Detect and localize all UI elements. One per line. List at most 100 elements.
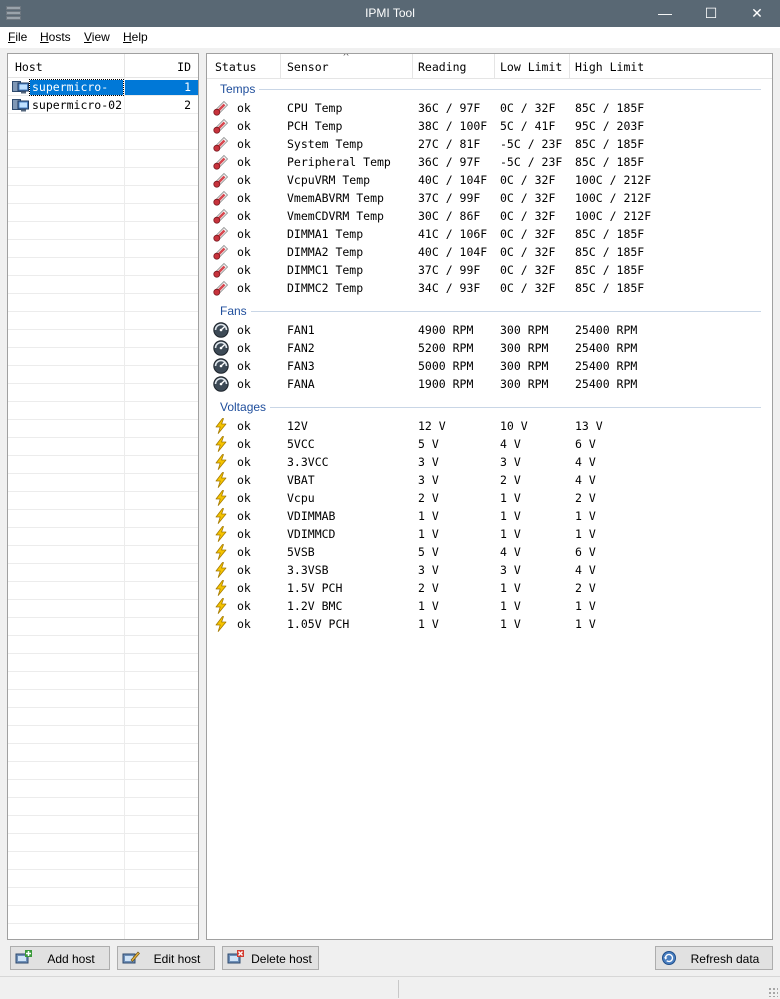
sensor-reading: 2 V [418, 581, 439, 595]
sensor-row[interactable]: ok 3.3VSB 3 V 3 V 4 V [207, 561, 772, 579]
sensor-status: ok [237, 437, 251, 451]
group-separator [270, 407, 761, 408]
edit-host-button[interactable]: Edit host [117, 946, 215, 970]
sensor-name: FAN2 [287, 341, 315, 355]
add-host-button[interactable]: Add host [10, 946, 110, 970]
lightning-icon [213, 616, 229, 632]
sensor-reading: 41C / 106F [418, 227, 488, 241]
sensor-row[interactable]: ok VDIMMAB 1 V 1 V 1 V [207, 507, 772, 525]
delete-host-button[interactable]: Delete host [222, 946, 319, 970]
host-name: supermicro-01 [29, 79, 124, 109]
column-header-host[interactable]: Host [15, 60, 43, 74]
thermometer-icon [213, 244, 229, 260]
sensor-name: VcpuVRM Temp [287, 173, 371, 187]
sensor-reading: 34C / 93F [418, 281, 481, 295]
sensor-name: Vcpu [287, 491, 315, 505]
sensor-status: ok [237, 419, 251, 433]
sensor-row[interactable]: ok VcpuVRM Temp 40C / 104F 0C / 32F 100C / 2… [207, 171, 772, 189]
sensor-row[interactable]: ok Peripheral Temp 36C / 97F -5C / 23F 85C /… [207, 153, 772, 171]
column-header-high-limit[interactable]: High Limit [575, 60, 644, 74]
sensor-high-limit: 95C / 203F [575, 119, 645, 133]
lightning-icon [213, 472, 229, 488]
sensor-row[interactable]: ok FAN1 4900 RPM 300 RPM 25400 RPM [207, 321, 772, 339]
group-title-fans: Fans [220, 304, 247, 318]
sensor-low-limit: 0C / 32F [500, 263, 556, 277]
sensor-list-header: Status ^ Sensor Reading Low Limit High L… [207, 54, 772, 79]
refresh-data-button[interactable]: Refresh data [655, 946, 773, 970]
host-row[interactable]: supermicro-02 2 [8, 97, 198, 114]
host-row[interactable]: supermicro-01 1 [8, 79, 198, 109]
sensor-low-limit: 1 V [500, 581, 521, 595]
sensor-row[interactable]: ok FAN3 5000 RPM 300 RPM 25400 RPM [207, 357, 772, 375]
thermometer-icon [213, 190, 229, 206]
close-button[interactable]: ✕ [734, 0, 780, 27]
server-icon [12, 99, 29, 112]
maximize-button[interactable]: ☐ [688, 0, 734, 27]
thermometer-icon [213, 172, 229, 188]
sensor-row[interactable]: ok 1.2V BMC 1 V 1 V 1 V [207, 597, 772, 615]
menu-view[interactable]: View [84, 30, 110, 44]
column-header-status[interactable]: Status [215, 60, 257, 74]
sensor-row[interactable]: ok 5VSB 5 V 4 V 6 V [207, 543, 772, 561]
menu-help[interactable]: Help [123, 30, 148, 44]
sensor-row[interactable]: ok 12V 12 V 10 V 13 V [207, 417, 772, 435]
column-header-reading[interactable]: Reading [418, 60, 466, 74]
column-header-low-limit[interactable]: Low Limit [500, 60, 562, 74]
sensor-row[interactable]: ok 1.05V PCH 1 V 1 V 1 V [207, 615, 772, 633]
sensor-reading: 1 V [418, 527, 439, 541]
lightning-icon [213, 454, 229, 470]
host-list[interactable]: Host ID supermicro-01 1 supermicro-02 2 [7, 53, 199, 940]
menu-hosts[interactable]: Hosts [40, 30, 71, 44]
resize-grip-icon[interactable] [768, 987, 778, 997]
sensor-row[interactable]: ok DIMMA1 Temp 41C / 106F 0C / 32F 85C / 185… [207, 225, 772, 243]
sensor-status: ok [237, 455, 251, 469]
edit-host-icon [122, 951, 140, 964]
sensor-high-limit: 85C / 185F [575, 245, 645, 259]
sensor-row[interactable]: ok CPU Temp 36C / 97F 0C / 32F 85C / 185F [207, 99, 772, 117]
sensor-row[interactable]: ok VBAT 3 V 2 V 4 V [207, 471, 772, 489]
sensor-name: VmemABVRM Temp [287, 191, 384, 205]
host-list-header: Host ID [8, 54, 198, 78]
sensor-row[interactable]: ok FANA 1900 RPM 300 RPM 25400 RPM [207, 375, 772, 393]
sensor-row[interactable]: ok System Temp 27C / 81F -5C / 23F 85C / 185… [207, 135, 772, 153]
thermometer-icon [213, 208, 229, 224]
sensor-high-limit: 4 V [575, 473, 596, 487]
sensor-row[interactable]: ok 1.5V PCH 2 V 1 V 2 V [207, 579, 772, 597]
column-header-sensor[interactable]: Sensor [287, 60, 329, 74]
sensor-high-limit: 4 V [575, 563, 596, 577]
sensor-high-limit: 100C / 212F [575, 209, 652, 223]
lightning-icon [213, 562, 229, 578]
sensor-row[interactable]: ok 3.3VCC 3 V 3 V 4 V [207, 453, 772, 471]
sensor-reading: 1 V [418, 509, 439, 523]
sensor-name: DIMMC2 Temp [287, 281, 364, 295]
menu-bar: File Hosts View Help [0, 27, 780, 48]
sensor-low-limit: -5C / 23F [500, 137, 563, 151]
thermometer-icon [213, 226, 229, 242]
minimize-button[interactable]: — [642, 0, 688, 27]
host-rows: supermicro-01 1 supermicro-02 2 [8, 78, 198, 939]
sensor-row[interactable]: ok 5VCC 5 V 4 V 6 V [207, 435, 772, 453]
sensor-reading: 30C / 86F [418, 209, 481, 223]
sensor-reading: 37C / 99F [418, 191, 481, 205]
group-separator [251, 311, 761, 312]
sensor-reading: 5000 RPM [418, 359, 474, 373]
sensor-low-limit: 4 V [500, 437, 521, 451]
sensor-row[interactable]: ok VDIMMCD 1 V 1 V 1 V [207, 525, 772, 543]
sensor-row[interactable]: ok VmemCDVRM Temp 30C / 86F 0C / 32F 100C / … [207, 207, 772, 225]
sensor-low-limit: 0C / 32F [500, 173, 556, 187]
sensor-row[interactable]: ok DIMMC2 Temp 34C / 93F 0C / 32F 85C / 185F [207, 279, 772, 297]
sensor-row[interactable]: ok DIMMC1 Temp 37C / 99F 0C / 32F 85C / 185F [207, 261, 772, 279]
sensor-name: 3.3VSB [287, 563, 329, 577]
sensor-list[interactable]: Status ^ Sensor Reading Low Limit High L… [206, 53, 773, 940]
sensor-reading: 38C / 100F [418, 119, 488, 133]
sensor-low-limit: 0C / 32F [500, 227, 556, 241]
sensor-reading: 5200 RPM [418, 341, 474, 355]
sensor-row[interactable]: ok DIMMA2 Temp 40C / 104F 0C / 32F 85C / 185… [207, 243, 772, 261]
sensor-row[interactable]: ok PCH Temp 38C / 100F 5C / 41F 95C / 203F [207, 117, 772, 135]
sensor-row[interactable]: ok FAN2 5200 RPM 300 RPM 25400 RPM [207, 339, 772, 357]
sensor-status: ok [237, 323, 251, 337]
menu-file[interactable]: File [8, 30, 27, 44]
sensor-row[interactable]: ok Vcpu 2 V 1 V 2 V [207, 489, 772, 507]
column-header-id[interactable]: ID [177, 60, 191, 74]
sensor-row[interactable]: ok VmemABVRM Temp 37C / 99F 0C / 32F 100C / … [207, 189, 772, 207]
